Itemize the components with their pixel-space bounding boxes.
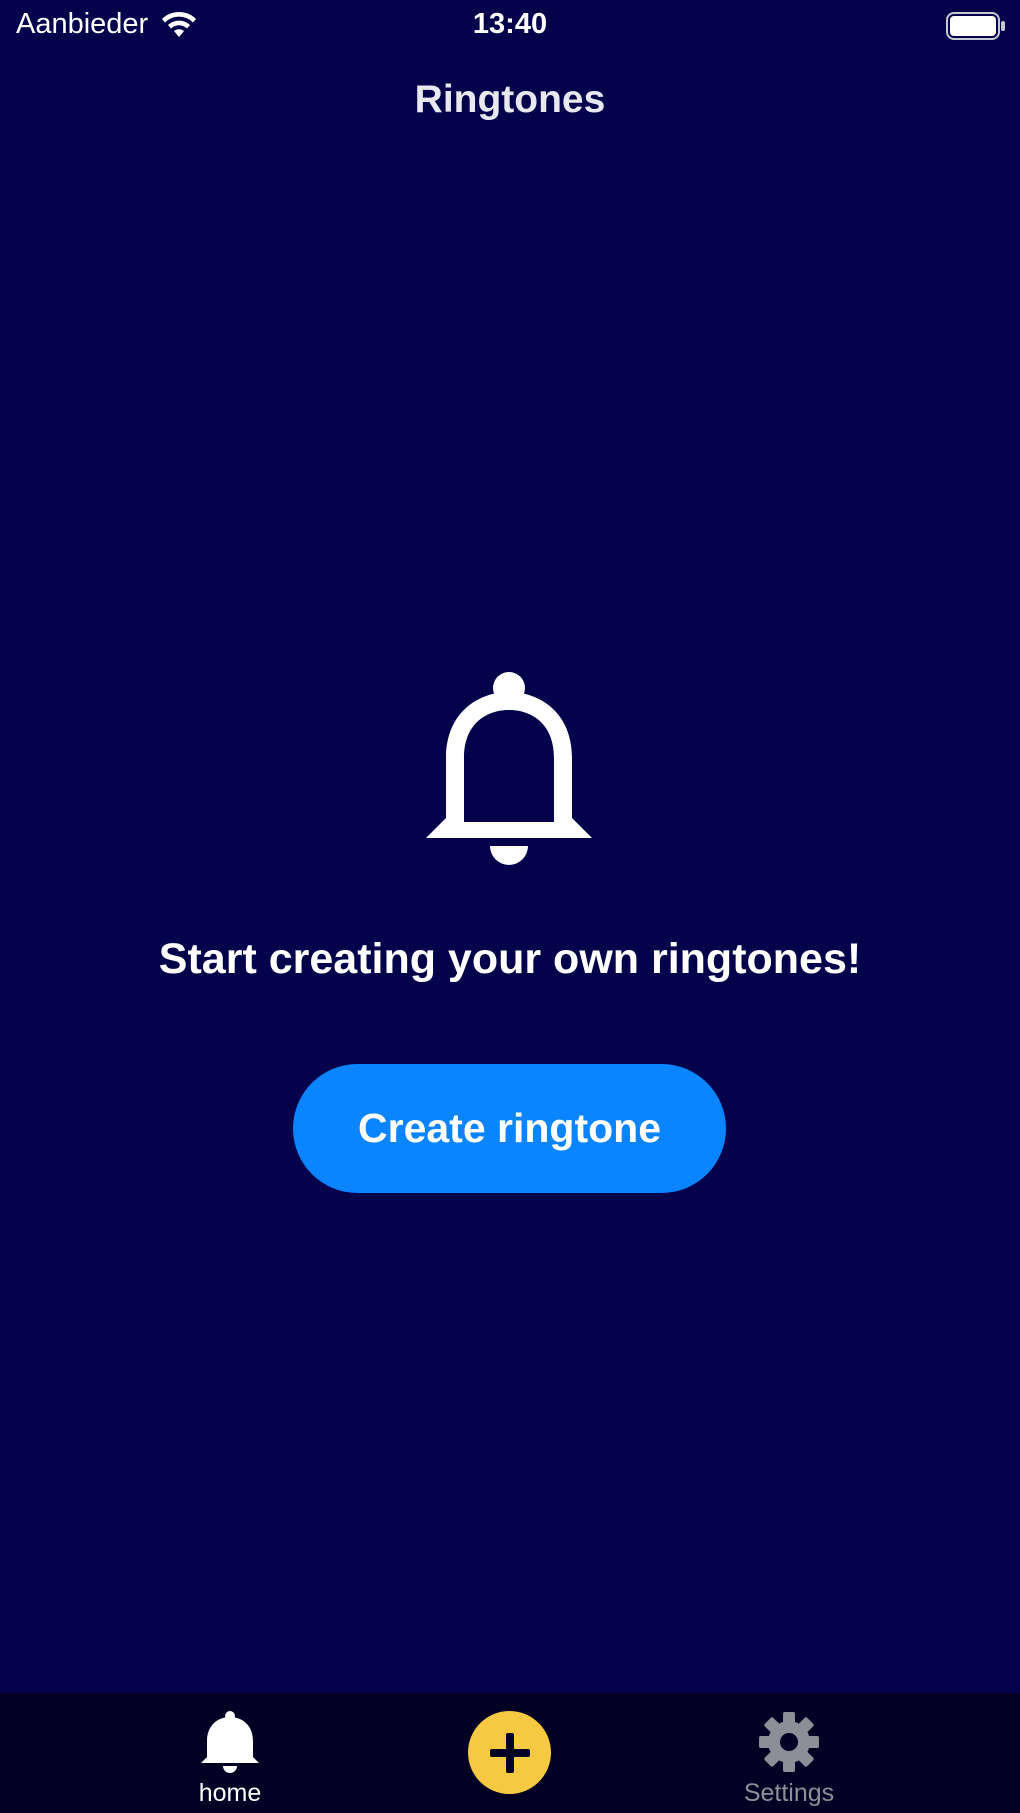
tab-home-label: home bbox=[198, 1779, 262, 1807]
clock: 13:40 bbox=[472, 8, 548, 40]
gear-icon bbox=[759, 1712, 819, 1772]
bell-icon bbox=[201, 1711, 259, 1773]
plus-icon bbox=[489, 1732, 530, 1773]
screen: Aanbieder 13:40 Ringtones Start creating… bbox=[0, 0, 1020, 1813]
page-title: Ringtones bbox=[414, 78, 606, 121]
bell-icon bbox=[426, 672, 592, 865]
tab-settings[interactable]: Settings bbox=[689, 1693, 889, 1813]
tab-settings-label: Settings bbox=[743, 1779, 835, 1807]
add-ringtone-button[interactable] bbox=[468, 1711, 551, 1794]
status-bar: Aanbieder 13:40 bbox=[0, 0, 1020, 52]
battery-icon bbox=[946, 12, 1005, 40]
empty-state-message: Start creating your own ringtones! bbox=[158, 935, 862, 983]
create-ringtone-button[interactable]: Create ringtone bbox=[293, 1064, 726, 1193]
tab-home[interactable]: home bbox=[130, 1693, 330, 1813]
